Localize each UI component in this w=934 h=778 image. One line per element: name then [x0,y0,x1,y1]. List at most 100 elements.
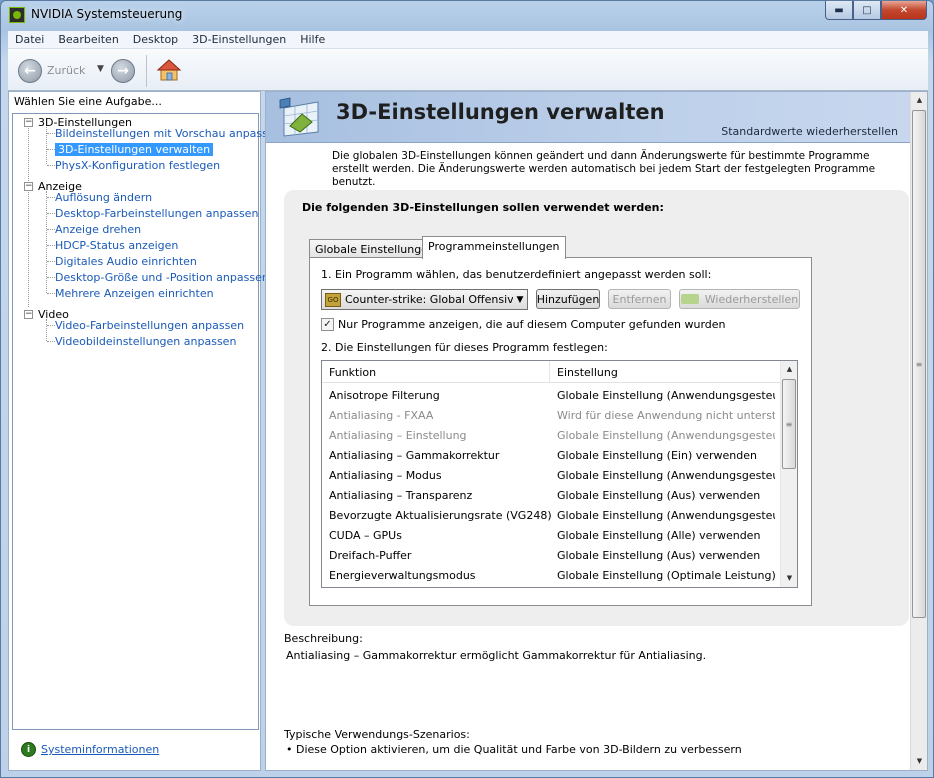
content-scrollbar[interactable]: ▲ ≡ ▼ [910,92,927,770]
tree-connector [47,277,55,278]
grid-row[interactable]: Antialiasing – Modus Globale Einstellung… [322,465,780,485]
restore-defaults-link[interactable]: Standardwerte wiederherstellen [721,125,898,138]
tree-connector [47,149,55,150]
grid-header-divider[interactable] [549,361,550,382]
scroll-down-icon[interactable]: ▼ [911,753,927,770]
collapse-3d-icon[interactable]: − [24,118,33,127]
grid-cell-setting[interactable]: Globale Einstellung (Aus) verwenden [557,549,775,562]
tree-item-bildeinstellungen[interactable]: Bildeinstellungen mit Vorschau anpassen [55,127,282,140]
grid-cell-setting[interactable]: Globale Einstellung (Aus) verwenden [557,489,775,502]
grid-cell-setting[interactable]: Globale Einstellung (Anwendungsgesteuer.… [557,469,775,482]
scroll-up-icon[interactable]: ▲ [911,92,927,109]
grid-cell-setting[interactable]: Globale Einstellung (Ein) verwenden [557,449,775,462]
remove-program-button[interactable]: Entfernen [608,289,671,309]
back-label[interactable]: Zurück [47,64,85,77]
3d-settings-icon [279,97,319,137]
grid-header-setting[interactable]: Einstellung [557,366,618,379]
tree-connector [47,213,55,214]
sysinfo-link[interactable]: Systeminformationen [41,743,159,756]
toolbar-separator [146,55,147,87]
back-arrow-icon[interactable]: ← [18,59,42,83]
grid-row[interactable]: Bevorzugte Aktualisierungsrate (VG248) G… [322,505,780,525]
grid-cell-function: Dreifach-Puffer [329,549,412,562]
grid-cell-setting[interactable]: Globale Einstellung (Anwendungsgesteuer.… [557,509,775,522]
add-program-button[interactable]: Hinzufügen [536,289,600,309]
filter-checkbox-label[interactable]: Nur Programme anzeigen, die auf diesem C… [338,318,726,331]
maximize-button[interactable]: □ [853,1,881,20]
grid-row[interactable]: Antialiasing – Gammakorrektur Globale Ei… [322,445,780,465]
tree-item-physx[interactable]: PhysX-Konfiguration festlegen [55,159,220,172]
tree-item-video-farbe[interactable]: Video-Farbeinstellungen anpassen [55,319,244,332]
filter-checkbox[interactable]: ✓ [321,318,334,331]
grid-cell-function: CUDA – GPUs [329,529,402,542]
tree-item-videobild[interactable]: Videobildeinstellungen anpassen [55,335,236,348]
grid-row[interactable]: Anisotrope Filterung Globale Einstellung… [322,385,780,405]
tab-program-settings[interactable]: Programmeinstellungen [422,236,566,259]
grid-cell-function: Antialiasing - FXAA [329,409,434,422]
page-title: 3D-Einstellungen verwalten [336,100,665,124]
grid-row[interactable]: CUDA – GPUs Globale Einstellung (Alle) v… [322,525,780,545]
grid-header: Funktion Einstellung [322,361,780,383]
menu-datei[interactable]: Datei [8,33,51,46]
grid-row[interactable]: Dreifach-Puffer Globale Einstellung (Aus… [322,545,780,565]
grid-cell-function: Antialiasing – Transparenz [329,489,473,502]
nvidia-app-icon [9,7,25,23]
tree-connector [46,319,47,341]
restore-program-button[interactable]: Wiederherstellen [679,289,800,309]
menu-hilfe[interactable]: Hilfe [293,33,332,46]
grid-cell-function: Energieverwaltungsmodus [329,569,476,582]
grid-row[interactable]: Antialiasing - FXAA Wird für diese Anwen… [322,405,780,425]
sysinfo-link-row[interactable]: i Systeminformationen [21,742,159,757]
close-button[interactable]: ✕ [881,1,927,20]
tree-connector [47,133,55,134]
grid-scrollbar[interactable]: ▲ ≡ ▼ [780,361,797,587]
tree-item-mehrere-anzeigen[interactable]: Mehrere Anzeigen einrichten [55,287,214,300]
page-banner: 3D-Einstellungen verwalten Standardwerte… [266,92,910,143]
grid-header-function[interactable]: Funktion [329,366,376,379]
tree-item-desktop-groesse[interactable]: Desktop-Größe und -Position anpassen [55,271,269,284]
collapse-anzeige-icon[interactable]: − [24,182,33,191]
minimize-button[interactable]: ▬ [825,1,853,20]
step2-label: 2. Die Einstellungen für dieses Programm… [321,341,608,354]
menu-bearbeiten[interactable]: Bearbeiten [51,33,125,46]
grid-cell-function: Antialiasing – Gammakorrektur [329,449,500,462]
filter-checkbox-row[interactable]: ✓ Nur Programme anzeigen, die auf diesem… [321,318,726,331]
grid-cell-setting[interactable]: Wird für diese Anwendung nicht unterstüt… [557,409,775,422]
grid-cell-setting[interactable]: Globale Einstellung (Anwendungsgesteuer.… [557,429,775,442]
tree-connector [47,197,55,198]
grid-cell-setting[interactable]: Globale Einstellung (Optimale Leistung) … [557,569,775,582]
tree-item-audio[interactable]: Digitales Audio einrichten [55,255,197,268]
grid-row[interactable]: Antialiasing – Transparenz Globale Einst… [322,485,780,505]
home-icon[interactable] [156,57,182,83]
title-bar[interactable]: NVIDIA Systemsteuerung ▬ □ ✕ [1,1,933,29]
history-dropdown-icon[interactable]: ▼ [97,64,104,74]
tree-connector [47,229,55,230]
description-text: Antialiasing – Gammakorrektur ermöglicht… [286,649,707,662]
tree-item-hdcp[interactable]: HDCP-Status anzeigen [55,239,178,252]
menu-3d-einstellungen[interactable]: 3D-Einstellungen [185,33,293,46]
tree-connector [28,121,29,307]
tree-item-3d-verwalten[interactable]: 3D-Einstellungen verwalten [55,143,214,156]
content-scroll-thumb[interactable]: ≡ [912,110,926,618]
tree-item-anzeige-drehen[interactable]: Anzeige drehen [55,223,141,236]
collapse-video-icon[interactable]: − [24,310,33,319]
content-pane: 3D-Einstellungen verwalten Standardwerte… [265,91,928,771]
grid-cell-setting[interactable]: Globale Einstellung (Alle) verwenden [557,529,775,542]
grid-scroll-thumb[interactable]: ≡ [782,379,796,469]
forward-arrow-icon[interactable]: → [111,59,135,83]
grid-cell-setting[interactable]: Globale Einstellung (Anwendungsgesteuer.… [557,389,775,402]
program-select-value: Counter-strike: Global Offensiv... [345,293,513,306]
scroll-up-icon[interactable]: ▲ [781,361,797,378]
tree-connector [47,341,55,342]
tree-item-desktop-farbe[interactable]: Desktop-Farbeinstellungen anpassen [55,207,258,220]
menu-desktop[interactable]: Desktop [126,33,185,46]
grid-row[interactable]: Energieverwaltungsmodus Globale Einstell… [322,565,780,585]
intro-text: Die globalen 3D-Einstellungen können geä… [332,150,876,188]
scroll-down-icon[interactable]: ▼ [781,570,797,587]
tree-item-aufloesung[interactable]: Auflösung ändern [55,191,152,204]
menu-bar: Datei Bearbeiten Desktop 3D-Einstellunge… [8,31,928,49]
program-select[interactable]: GO Counter-strike: Global Offensiv... ▼ [321,289,528,310]
app-window: NVIDIA Systemsteuerung ▬ □ ✕ Datei Bearb… [0,0,934,778]
grid-row[interactable]: Antialiasing – Einstellung Globale Einst… [322,425,780,445]
scenarios-label: Typische Verwendungs-Szenarios: [284,728,470,741]
